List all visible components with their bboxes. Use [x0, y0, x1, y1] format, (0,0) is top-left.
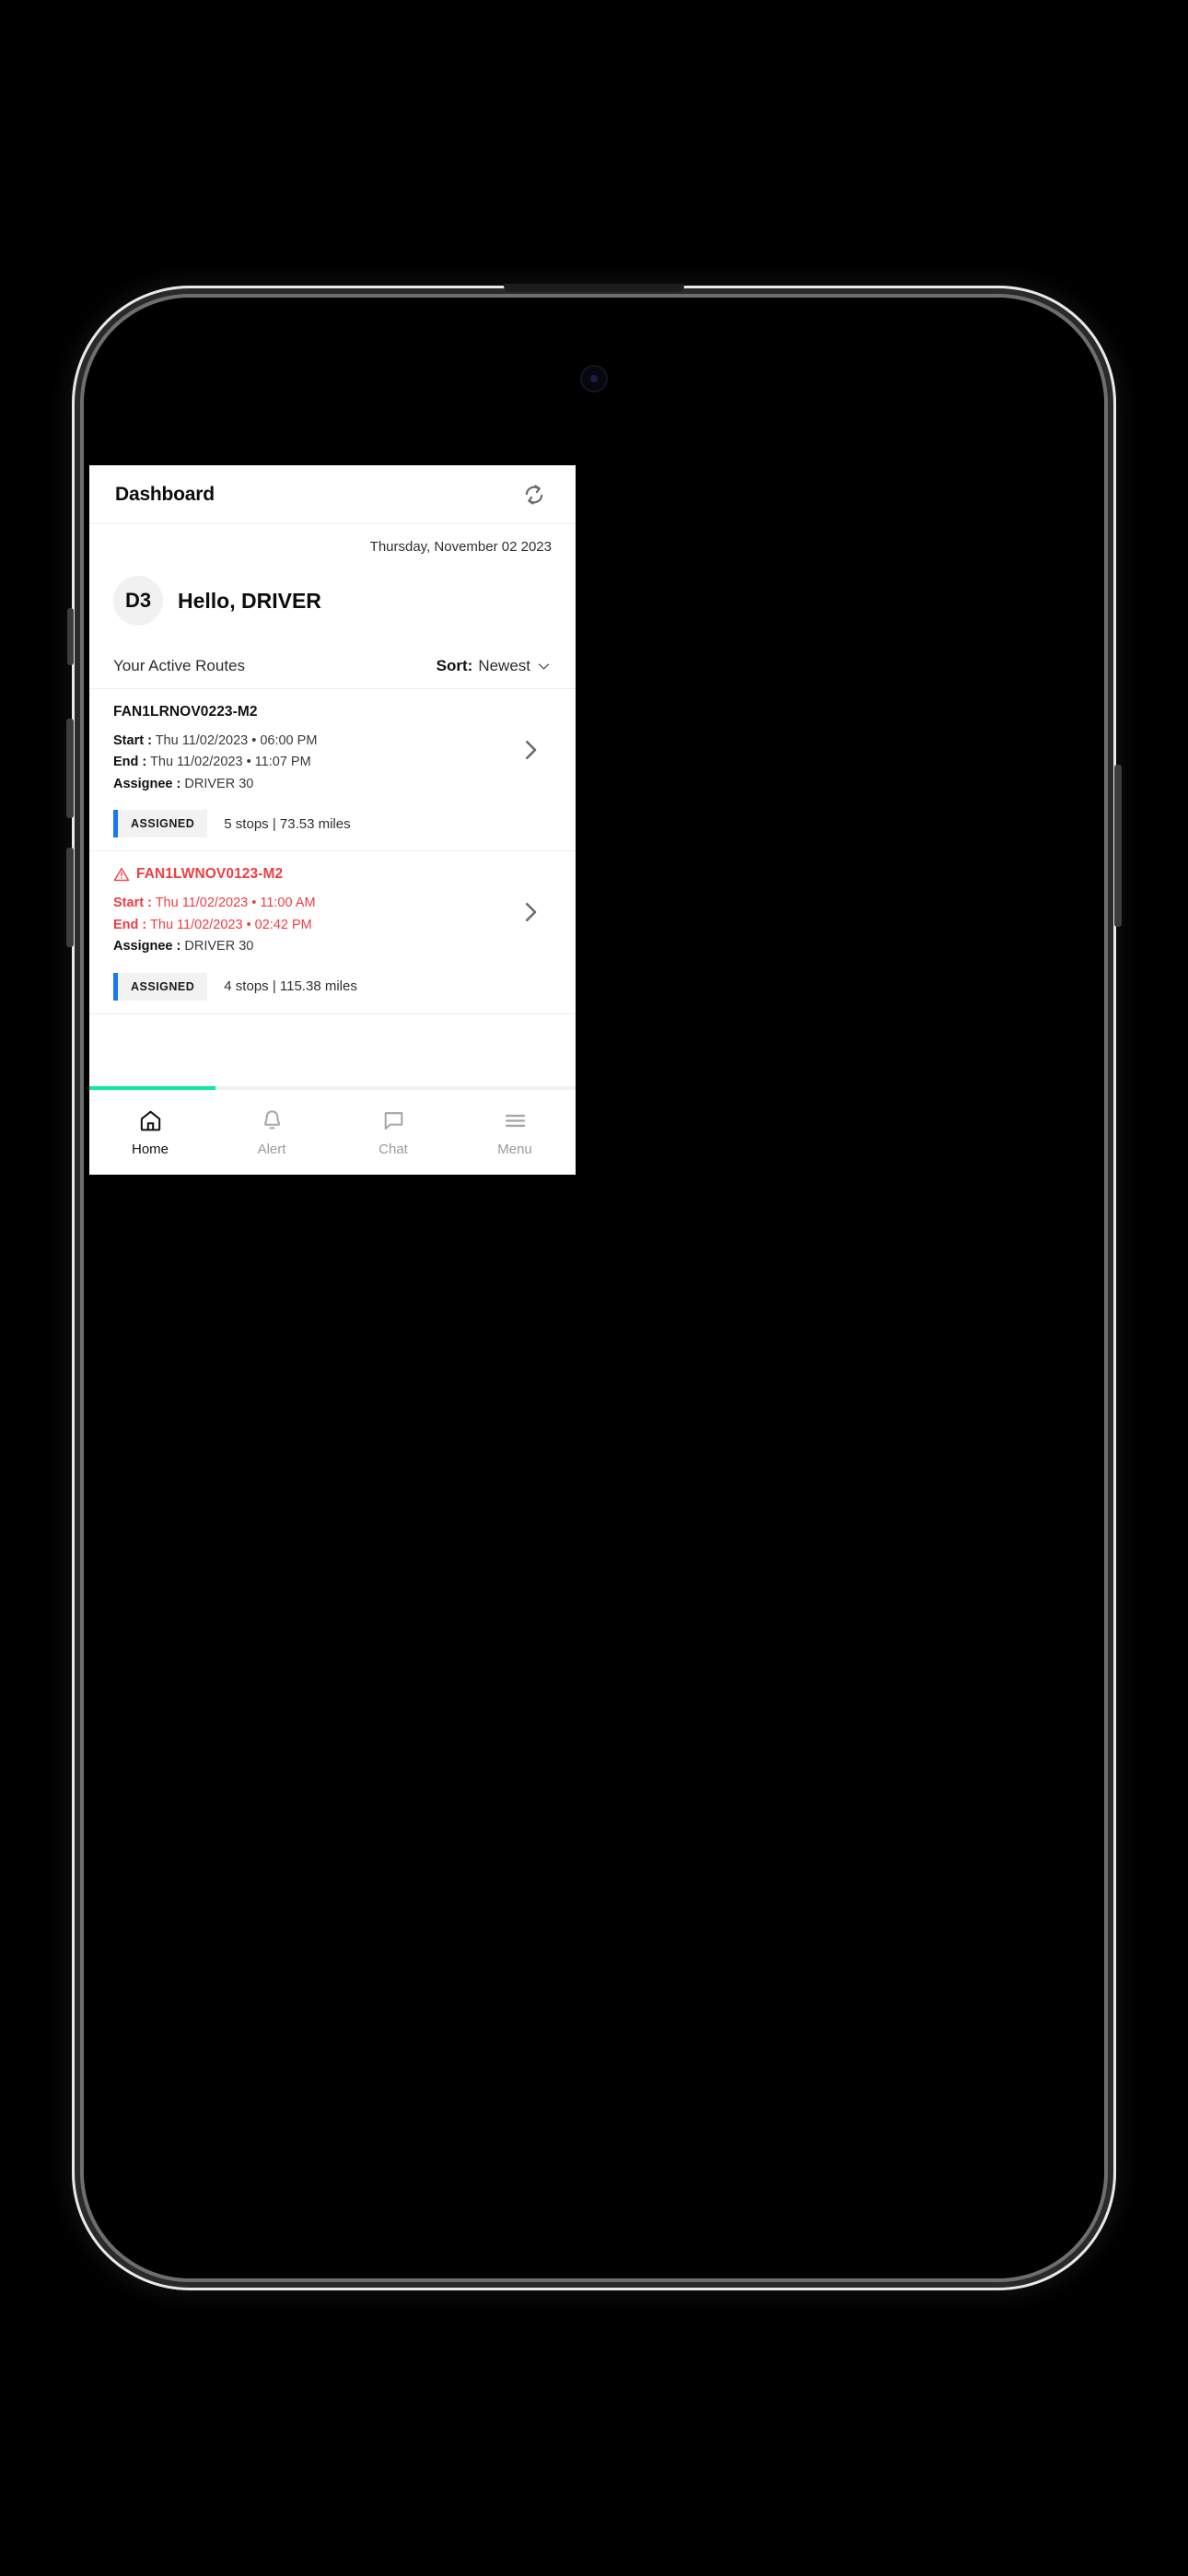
- end-value: Thu 11/02/2023 • 02:42 PM: [150, 917, 312, 932]
- chevron-right-icon: [525, 903, 537, 922]
- silent-switch[interactable]: [67, 608, 74, 665]
- bottom-nav: Home Alert Chat Menu: [89, 1090, 576, 1175]
- current-date: Thursday, November 02 2023: [369, 539, 552, 555]
- greeting-row: D3 Hello, DRIVER: [89, 556, 576, 648]
- volume-up-button[interactable]: [66, 719, 74, 818]
- route-start-line: Start : Thu 11/02/2023 • 06:00 PM: [113, 731, 509, 752]
- route-title: FAN1LWNOV0123-M2: [113, 866, 509, 883]
- route-end-line: End : Thu 11/02/2023 • 02:42 PM: [113, 915, 509, 936]
- status-badge: ASSIGNED: [113, 972, 208, 1001]
- route-meta: 4 stops | 115.38 miles: [224, 978, 357, 995]
- nav-label-chat: Chat: [379, 1142, 408, 1157]
- bell-icon: [260, 1107, 285, 1133]
- start-label: Start :: [113, 896, 152, 911]
- avatar[interactable]: D3: [113, 576, 163, 626]
- page-title: Dashboard: [115, 483, 215, 505]
- end-label: End :: [113, 917, 147, 932]
- start-value: Thu 11/02/2023 • 11:00 AM: [155, 896, 316, 911]
- hamburger-icon: [503, 1107, 528, 1133]
- front-camera: [580, 365, 608, 392]
- camera-lens: [590, 375, 598, 382]
- app-header: Dashboard: [89, 465, 576, 524]
- nav-label-home: Home: [131, 1142, 169, 1157]
- sort-label: Sort:: [436, 657, 473, 674]
- refresh-icon: [525, 484, 543, 505]
- route-id: FAN1LRNOV0223-M2: [113, 704, 258, 720]
- greeting-text: Hello, DRIVER: [178, 588, 321, 613]
- date-row: Thursday, November 02 2023: [89, 524, 576, 556]
- warning-triangle-icon: [113, 866, 130, 883]
- start-label: Start :: [113, 733, 152, 748]
- route-assignee-line: Assignee : DRIVER 30: [113, 936, 509, 957]
- refresh-button[interactable]: [518, 479, 550, 510]
- route-info: FAN1LRNOV0223-M2 Start : Thu 11/02/2023 …: [113, 704, 509, 795]
- routes-toolbar: Your Active Routes Sort: Newest: [89, 648, 576, 689]
- power-button[interactable]: [1114, 765, 1122, 927]
- route-end-line: End : Thu 11/02/2023 • 11:07 PM: [113, 752, 509, 773]
- nav-item-menu[interactable]: Menu: [454, 1107, 576, 1157]
- phone-frame: Dashboard Thursday, November 02 2023 D3 …: [66, 284, 1122, 2290]
- nav-item-chat[interactable]: Chat: [332, 1107, 454, 1157]
- active-routes-label: Your Active Routes: [113, 657, 246, 674]
- route-list: FAN1LRNOV0223-M2 Start : Thu 11/02/2023 …: [89, 689, 576, 1014]
- route-info: FAN1LWNOV0123-M2 Start : Thu 11/02/2023 …: [113, 866, 509, 957]
- nav-item-alert[interactable]: Alert: [211, 1107, 332, 1157]
- sort-value: Newest: [478, 657, 530, 674]
- nav-label-menu: Menu: [497, 1142, 532, 1157]
- home-icon: [138, 1107, 163, 1133]
- route-footer: ASSIGNED 5 stops | 73.53 miles: [113, 810, 552, 838]
- route-start-line: Start : Thu 11/02/2023 • 11:00 AM: [113, 893, 509, 914]
- assignee-label: Assignee :: [113, 776, 181, 791]
- route-open-button[interactable]: [509, 736, 552, 764]
- route-assignee-line: Assignee : DRIVER 30: [113, 774, 509, 795]
- chevron-down-icon: [536, 659, 552, 674]
- status-label: ASSIGNED: [118, 972, 208, 1001]
- assignee-value: DRIVER 30: [184, 776, 254, 791]
- end-label: End :: [113, 755, 147, 770]
- app-screen: Dashboard Thursday, November 02 2023 D3 …: [89, 465, 576, 1175]
- route-title: FAN1LRNOV0223-M2: [113, 704, 509, 720]
- sort-dropdown[interactable]: Sort: Newest: [437, 657, 552, 675]
- route-card-body: FAN1LWNOV0123-M2 Start : Thu 11/02/2023 …: [113, 866, 552, 957]
- status-badge: ASSIGNED: [113, 810, 208, 838]
- route-card-body: FAN1LRNOV0223-M2 Start : Thu 11/02/2023 …: [113, 704, 552, 795]
- chat-icon: [381, 1107, 406, 1133]
- nav-item-home[interactable]: Home: [89, 1107, 211, 1157]
- start-value: Thu 11/02/2023 • 06:00 PM: [155, 733, 318, 748]
- bottom-area: Home Alert Chat Menu: [89, 1086, 576, 1175]
- nav-label-alert: Alert: [257, 1142, 286, 1157]
- assignee-value: DRIVER 30: [184, 939, 254, 954]
- earpiece-speaker: [504, 284, 684, 292]
- route-footer: ASSIGNED 4 stops | 115.38 miles: [113, 972, 552, 1001]
- assignee-label: Assignee :: [113, 939, 181, 954]
- chevron-right-icon: [525, 740, 537, 759]
- route-id: FAN1LWNOV0123-M2: [136, 866, 284, 883]
- route-card[interactable]: FAN1LRNOV0223-M2 Start : Thu 11/02/2023 …: [89, 689, 576, 852]
- status-label: ASSIGNED: [118, 810, 208, 838]
- route-meta: 5 stops | 73.53 miles: [224, 815, 351, 832]
- end-value: Thu 11/02/2023 • 11:07 PM: [150, 755, 311, 770]
- route-open-button[interactable]: [509, 898, 552, 926]
- volume-down-button[interactable]: [66, 848, 74, 947]
- route-card[interactable]: FAN1LWNOV0123-M2 Start : Thu 11/02/2023 …: [89, 851, 576, 1014]
